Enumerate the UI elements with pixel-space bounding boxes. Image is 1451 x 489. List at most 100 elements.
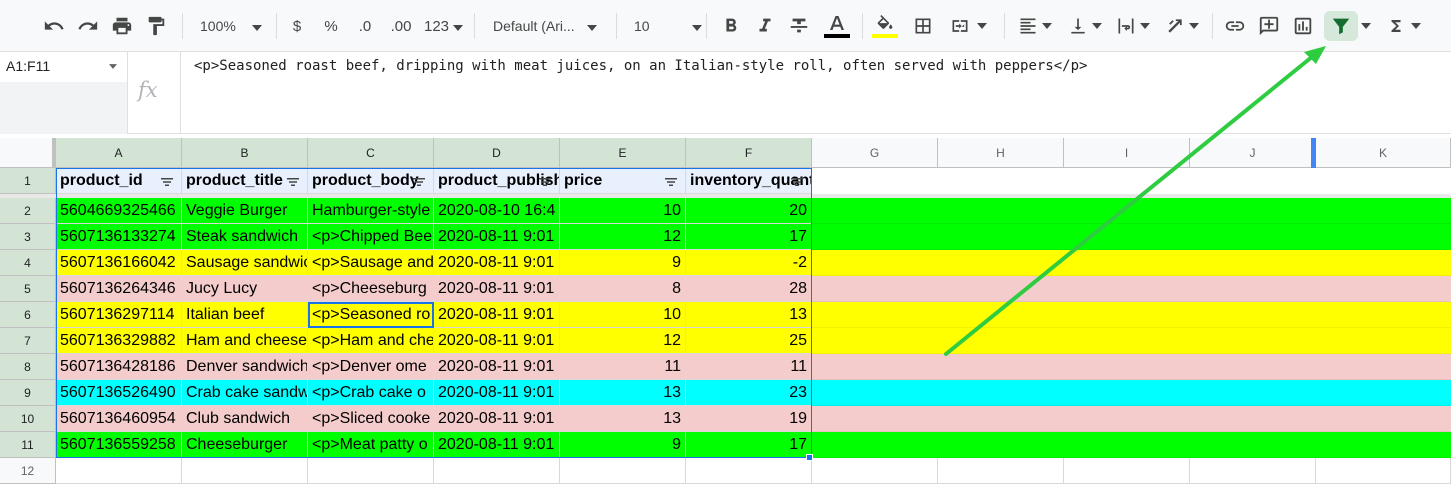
table-cell[interactable]: 12 [560, 224, 686, 250]
table-cell[interactable]: 5604669325466 [56, 198, 182, 224]
empty-cell[interactable] [1316, 458, 1451, 484]
row-header-1[interactable]: 1 [0, 168, 56, 194]
table-cell[interactable]: 10 [560, 198, 686, 224]
horizontal-align-button[interactable] [1014, 11, 1056, 41]
table-cell[interactable]: 17 [686, 224, 812, 250]
name-box[interactable]: A1:F11 [0, 52, 128, 82]
currency-format-button[interactable]: $ [286, 11, 308, 41]
column-filter-icon[interactable] [411, 173, 427, 189]
row-header-6[interactable]: 6 [0, 302, 56, 328]
table-cell[interactable]: <p>Ham and che [308, 328, 434, 354]
header-cell-product-published[interactable]: product_published [434, 168, 560, 194]
table-cell[interactable]: -2 [686, 250, 812, 276]
column-header-a[interactable]: A [56, 138, 182, 168]
table-cell[interactable]: <p>Chipped Bee [308, 224, 434, 250]
table-cell[interactable]: 2020-08-11 9:01 [434, 380, 560, 406]
formula-input[interactable]: <p>Seasoned roast beef, dripping with me… [194, 58, 1434, 80]
merge-cells-button[interactable] [946, 11, 990, 41]
header-cell-product-id[interactable]: product_id [56, 168, 182, 194]
text-color-button[interactable] [822, 11, 852, 41]
table-cell[interactable]: 5607136428186 [56, 354, 182, 380]
borders-icon[interactable] [910, 11, 936, 41]
row-header-11[interactable]: 11 [0, 432, 56, 458]
decrease-decimal-button[interactable]: .0 [352, 11, 378, 41]
row-header-4[interactable]: 4 [0, 250, 56, 276]
row-header-9[interactable]: 9 [0, 380, 56, 406]
select-all-corner[interactable] [0, 138, 56, 168]
table-cell[interactable]: 28 [686, 276, 812, 302]
header-cell-product-title[interactable]: product_title [182, 168, 308, 194]
column-filter-icon[interactable] [663, 173, 679, 189]
table-cell[interactable]: Cheeseburger [182, 432, 308, 458]
table-cell[interactable]: 10 [560, 302, 686, 328]
table-cell[interactable]: 2020-08-11 9:01 [434, 432, 560, 458]
table-cell[interactable]: Italian beef [182, 302, 308, 328]
insert-chart-icon[interactable] [1290, 11, 1316, 41]
table-cell[interactable]: <p>Sliced cooke [308, 406, 434, 432]
table-cell[interactable]: Jucy Lucy [182, 276, 308, 302]
table-cell[interactable]: Crab cake sandwich [182, 380, 308, 406]
column-filter-icon[interactable] [537, 173, 553, 189]
row-header-12[interactable]: 12 [0, 458, 56, 484]
text-rotation-button[interactable] [1160, 11, 1204, 41]
table-cell[interactable]: Steak sandwich [182, 224, 308, 250]
text-wrapping-button[interactable] [1112, 11, 1154, 41]
table-cell[interactable]: Veggie Burger [182, 198, 308, 224]
table-cell[interactable]: 20 [686, 198, 812, 224]
table-cell[interactable]: 11 [560, 354, 686, 380]
row-header-10[interactable]: 10 [0, 406, 56, 432]
table-cell[interactable]: 25 [686, 328, 812, 354]
table-cell[interactable]: 5607136559258 [56, 432, 182, 458]
table-cell[interactable]: 2020-08-11 9:01 [434, 250, 560, 276]
table-cell[interactable]: 5607136460954 [56, 406, 182, 432]
empty-cell[interactable] [56, 458, 182, 484]
table-cell[interactable]: 5607136526490 [56, 380, 182, 406]
table-cell[interactable]: 5607136166042 [56, 250, 182, 276]
column-filter-icon[interactable] [285, 173, 301, 189]
table-cell[interactable]: 12 [560, 328, 686, 354]
empty-cell[interactable] [182, 458, 308, 484]
table-cell[interactable]: 9 [560, 250, 686, 276]
table-cell[interactable]: 2020-08-11 9:01 [434, 354, 560, 380]
table-cell[interactable]: 2020-08-11 9:01 [434, 328, 560, 354]
empty-cell[interactable] [1190, 458, 1316, 484]
table-cell[interactable]: 23 [686, 380, 812, 406]
empty-cell[interactable] [1064, 458, 1190, 484]
column-filter-icon[interactable] [789, 173, 805, 189]
table-cell[interactable]: 19 [686, 406, 812, 432]
font-size-dropdown[interactable]: 10 [634, 11, 702, 41]
row-header-2[interactable]: 2 [0, 198, 56, 224]
fill-color-button[interactable] [870, 11, 900, 41]
increase-decimal-button[interactable]: .00 [386, 11, 416, 41]
table-cell[interactable]: <p>Crab cake o [308, 380, 434, 406]
column-header-k[interactable]: K [1316, 138, 1451, 168]
empty-cell[interactable] [434, 458, 560, 484]
zoom-dropdown[interactable]: 100% [200, 11, 262, 41]
table-cell[interactable]: 2020-08-11 9:01 [434, 276, 560, 302]
column-header-f[interactable]: F [686, 138, 812, 168]
header-cell-product-body[interactable]: product_body [308, 168, 434, 194]
header-cell-inventory-quantity[interactable]: inventory_quantity [686, 168, 812, 194]
column-header-i[interactable]: I [1064, 138, 1190, 168]
font-family-dropdown[interactable]: Default (Ari... [493, 11, 597, 41]
empty-cell[interactable] [812, 458, 938, 484]
header-cell-price[interactable]: price [560, 168, 686, 194]
column-header-h[interactable]: H [938, 138, 1064, 168]
insert-link-icon[interactable] [1222, 11, 1248, 41]
more-formats-dropdown[interactable]: 123 [424, 11, 464, 41]
column-header-e[interactable]: E [560, 138, 686, 168]
empty-cell[interactable] [560, 458, 686, 484]
table-cell[interactable]: 5607136264346 [56, 276, 182, 302]
table-cell[interactable]: <p>Denver ome [308, 354, 434, 380]
table-cell[interactable]: Club sandwich [182, 406, 308, 432]
table-cell[interactable]: 2020-08-11 9:01 [434, 406, 560, 432]
table-cell[interactable]: 17 [686, 432, 812, 458]
table-cell[interactable]: 5607136133274 [56, 224, 182, 250]
row-header-7[interactable]: 7 [0, 328, 56, 354]
row-header-5[interactable]: 5 [0, 276, 56, 302]
table-cell[interactable]: <p>Meat patty o [308, 432, 434, 458]
table-cell[interactable]: Denver sandwich [182, 354, 308, 380]
undo-icon[interactable] [40, 11, 68, 41]
row-header-8[interactable]: 8 [0, 354, 56, 380]
vertical-align-button[interactable] [1064, 11, 1106, 41]
